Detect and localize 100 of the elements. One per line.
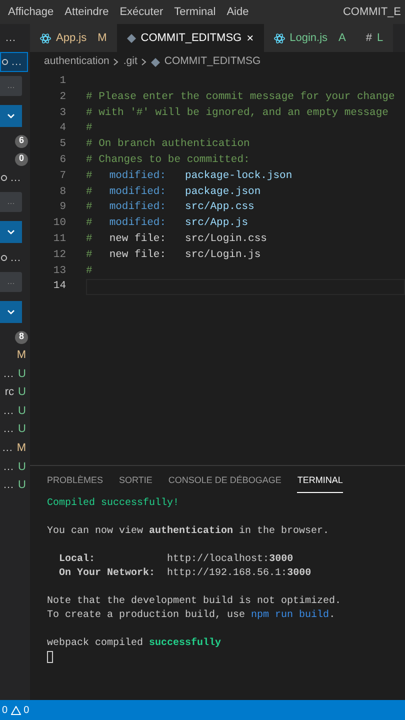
tab-status: A — [338, 30, 346, 46]
line-number: 7 — [58, 168, 66, 184]
chevron-right-icon — [141, 58, 148, 66]
chevron-right-icon — [113, 58, 120, 66]
atom-icon — [274, 32, 285, 44]
tab-label: App.js — [56, 30, 87, 46]
breadcrumb-item[interactable]: .git — [123, 54, 138, 70]
tab-label: Login.js — [290, 30, 328, 46]
code-text: # On branch authentication — [86, 137, 250, 152]
panel-tab[interactable]: CONSOLE DE DÉBOGAGE — [168, 474, 282, 492]
chevron-down-icon — [6, 227, 16, 237]
menu-item[interactable]: Aide — [226, 4, 249, 20]
code-text: modified: — [109, 168, 166, 184]
code-text: # — [86, 232, 92, 247]
code-text: modified: — [109, 200, 166, 216]
line-number: 13 — [52, 264, 66, 279]
code-text: package-lock.json — [185, 168, 292, 184]
terminal-line: To create a production build, use npm run build. — [47, 610, 336, 620]
file-status: U — [18, 460, 26, 475]
more-actions-button[interactable]: … — [0, 168, 28, 188]
line-number: 3 — [58, 106, 66, 121]
code-text: # Changes to be committed: — [86, 153, 250, 168]
line-number: 9 — [58, 200, 66, 216]
tab-label: COMMIT_EDITMSG — [140, 30, 242, 46]
line-number: 5 — [58, 137, 66, 152]
line-number: 4 — [58, 121, 66, 136]
terminal-line: You can now view authentication in the browser. — [47, 526, 330, 536]
file-status: M — [16, 441, 26, 456]
tab-status: # — [366, 30, 372, 46]
chevron-down-icon — [6, 307, 16, 317]
file-status: U — [18, 385, 26, 400]
line-number: 12 — [52, 248, 66, 263]
overflow-button[interactable]: … — [5, 30, 16, 46]
file-name[interactable]: … — [3, 421, 14, 438]
dropdown-button[interactable] — [0, 105, 22, 127]
error-count[interactable]: 0 — [2, 702, 8, 718]
dropdown-button[interactable] — [0, 301, 22, 323]
more-actions-button[interactable]: … — [0, 248, 28, 268]
code-text: # Please enter the commit message for your change — [86, 90, 395, 105]
file-name[interactable]: … — [3, 366, 14, 382]
editor-tab[interactable]: COMMIT_EDITMSG × — [116, 24, 264, 52]
warning-count[interactable]: 0 — [24, 702, 30, 718]
file-name[interactable]: rc — [4, 384, 14, 401]
file-status: U — [18, 404, 26, 419]
diamond-icon — [151, 58, 160, 66]
file-status: M — [16, 348, 26, 364]
more-actions-button[interactable]: … — [0, 52, 28, 72]
panel-tab[interactable]: TERMINAL — [297, 474, 343, 492]
code-text: new file: — [109, 248, 166, 263]
count-badge: 6 — [15, 134, 28, 148]
close-button[interactable]: × — [246, 32, 254, 44]
terminal-line: On Your Network: http://192.168.56.1:3000 — [58, 568, 312, 578]
line-number: 10 — [52, 216, 66, 232]
dropdown-button[interactable] — [0, 221, 22, 243]
menu-item[interactable]: Affichage — [8, 4, 54, 20]
line-number: 6 — [58, 153, 66, 168]
terminal-line: Local: http://localhost:3000 — [58, 554, 294, 564]
terminal-line: Compiled successfully! — [47, 498, 180, 508]
code-text: src/Login.js — [185, 248, 261, 263]
atom-icon — [40, 32, 51, 44]
file-name[interactable]: … — [3, 458, 14, 476]
code-text: src/App.css — [185, 200, 254, 216]
breadcrumb-item[interactable]: COMMIT_EDITMSG — [164, 54, 261, 70]
menu-item[interactable]: Exécuter — [120, 4, 164, 20]
file-status: U — [18, 478, 26, 494]
code-text: # — [86, 184, 92, 200]
editor-tab[interactable]: App.js M — [30, 24, 117, 52]
line-number: 1 — [58, 74, 66, 90]
terminal-cursor — [47, 650, 53, 662]
file-name[interactable]: … — [3, 477, 14, 494]
diamond-icon — [126, 34, 136, 42]
warning-icon — [10, 706, 21, 714]
menu-item[interactable]: Terminal — [174, 4, 216, 20]
panel-tab[interactable]: SORTIE — [119, 474, 152, 492]
menu-item[interactable]: Atteindre — [64, 4, 109, 20]
editor-tab[interactable]: Login.js A — [264, 24, 356, 52]
count-badge: 0 — [15, 152, 28, 166]
code-text: modified: — [109, 216, 166, 232]
line-number: 11 — [52, 232, 66, 247]
editor-tab[interactable]: # L — [356, 24, 394, 52]
line-number: 8 — [58, 184, 66, 200]
terminal-line: webpack compiled successfully — [47, 638, 222, 648]
file-name[interactable]: … — [3, 402, 14, 420]
panel-tab[interactable]: PROBLÈMES — [47, 474, 104, 492]
code-text: # — [86, 216, 92, 232]
code-text: # — [86, 248, 92, 263]
tab-label: L — [377, 30, 384, 46]
line-number: 14 — [52, 279, 66, 294]
code-text: # — [86, 264, 92, 279]
file-name[interactable]: … — [2, 440, 13, 457]
code-text: package.json — [185, 184, 261, 200]
code-text: src/App.js — [185, 216, 248, 232]
line-number: 2 — [58, 90, 66, 105]
count-badge: 8 — [15, 330, 28, 344]
window-title: COMMIT_E — [342, 4, 401, 20]
chevron-down-icon — [6, 111, 16, 121]
tab-status: M — [98, 30, 107, 46]
code-text: # — [86, 168, 92, 184]
terminal-line: Note that the development build is not optimized. — [47, 596, 342, 606]
breadcrumb-item[interactable]: authentication — [44, 54, 110, 70]
